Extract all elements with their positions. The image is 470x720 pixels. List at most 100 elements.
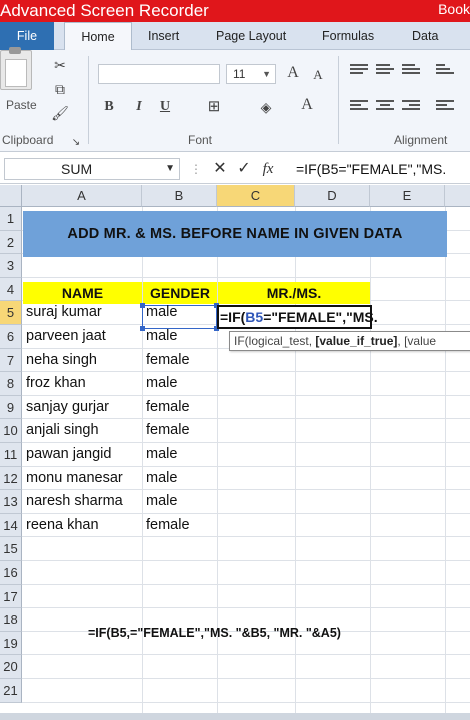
grid-line (22, 560, 470, 561)
row-header[interactable]: 8 (0, 372, 22, 396)
name-cell[interactable]: neha singh (23, 349, 142, 372)
gender-cell[interactable]: female (143, 396, 217, 419)
chevron-down-icon: ▼ (262, 69, 271, 79)
row-header[interactable]: 6 (0, 325, 22, 349)
row-header[interactable]: 16 (0, 561, 22, 585)
fill-color-icon[interactable]: ◈ (256, 98, 276, 116)
name-cell[interactable]: reena khan (23, 514, 142, 537)
orientation-icon[interactable] (436, 64, 454, 78)
gender-cell[interactable]: female (143, 349, 217, 372)
column-header-e[interactable]: E (370, 185, 445, 207)
row-header[interactable]: 10 (0, 419, 22, 443)
formula-input[interactable]: =IF(B5="FEMALE","MS. (296, 158, 446, 180)
name-cell[interactable]: anjali singh (23, 419, 142, 442)
row-header[interactable]: 5 (0, 301, 22, 325)
row-header[interactable]: 20 (0, 655, 22, 679)
name-cell[interactable]: naresh sharma (23, 490, 142, 513)
tab-data[interactable]: Data (412, 22, 438, 50)
font-size-combo[interactable]: 11 ▼ (226, 64, 276, 84)
chevron-down-icon: ▼ (165, 163, 175, 174)
ribbon-home: Paste ✂ ⧉ 🖌 Clipboard ↘ 11 ▼ A A B I U ⊞… (0, 50, 470, 152)
font-name-combo[interactable] (98, 64, 220, 84)
bold-button[interactable]: B (100, 98, 118, 116)
tooltip-function[interactable]: IF(logical_test, (234, 334, 315, 348)
cell-edit-text[interactable]: =IF(B5="FEMALE","MS. (220, 305, 378, 329)
header-cell-title[interactable]: MR./MS. (218, 282, 370, 304)
row-header[interactable]: 11 (0, 443, 22, 467)
dialog-launcher-icon[interactable]: ↘ (70, 134, 82, 152)
gender-cell[interactable]: male (143, 467, 217, 490)
row-header[interactable]: 13 (0, 490, 22, 514)
row-header[interactable]: 2 (0, 230, 22, 255)
edit-text-reference: B5 (245, 309, 264, 325)
italic-button[interactable]: I (130, 98, 148, 116)
name-cell[interactable]: froz khan (23, 372, 142, 395)
row-header[interactable]: 18 (0, 608, 22, 632)
format-painter-icon[interactable]: 🖌 (50, 104, 70, 122)
align-top-icon[interactable] (350, 64, 368, 78)
name-cell[interactable]: parveen jaat (23, 325, 142, 348)
select-all-corner[interactable] (0, 185, 22, 207)
gender-cell[interactable]: male (143, 372, 217, 395)
paste-label[interactable]: Paste (6, 98, 37, 112)
enter-entry-button[interactable]: ✓ (234, 158, 254, 180)
gender-cell[interactable]: female (143, 419, 217, 442)
cut-icon[interactable]: ✂ (50, 56, 70, 74)
column-header-a[interactable]: A (22, 185, 142, 207)
underline-button[interactable]: U (156, 98, 174, 116)
grow-font-icon[interactable]: A (284, 64, 302, 82)
tab-file[interactable]: File (0, 22, 54, 50)
font-color-icon[interactable]: A (298, 96, 316, 114)
name-cell[interactable]: suraj kumar (23, 301, 142, 324)
gender-cell[interactable]: male (143, 443, 217, 466)
row-header[interactable]: 1 (0, 207, 22, 231)
name-cell[interactable]: sanjay gurjar (23, 396, 142, 419)
gender-cell[interactable]: male (143, 490, 217, 513)
insert-function-button[interactable]: fx (258, 158, 278, 180)
row-header[interactable]: 15 (0, 537, 22, 561)
font-group-label: Font (188, 133, 213, 147)
row-header[interactable]: 17 (0, 584, 22, 609)
column-header-f[interactable] (445, 185, 470, 207)
tooltip-current-argument[interactable]: [value_if_true] (315, 334, 397, 348)
grid-line (370, 207, 371, 720)
column-header-c[interactable]: C (217, 185, 295, 207)
align-middle-icon[interactable] (376, 64, 394, 78)
paste-icon[interactable] (0, 50, 32, 90)
function-tooltip: IF(logical_test, [value_if_true], [value (229, 331, 470, 351)
cancel-entry-button[interactable]: ✕ (210, 158, 230, 180)
column-header-b[interactable]: B (142, 185, 217, 207)
row-header[interactable]: 19 (0, 631, 22, 656)
row-header[interactable]: 12 (0, 466, 22, 491)
name-cell[interactable]: pawan jangid (23, 443, 142, 466)
row-header[interactable]: 14 (0, 513, 22, 538)
row-header[interactable]: 4 (0, 277, 22, 302)
row-header[interactable]: 7 (0, 348, 22, 373)
align-center-icon[interactable] (376, 100, 394, 114)
align-left-icon[interactable] (350, 100, 368, 114)
formula-bar: SUM ▼ ⋮ ✕ ✓ fx =IF(B5="FEMALE","MS. (0, 154, 470, 184)
sheet-banner[interactable]: ADD MR. & MS. BEFORE NAME IN GIVEN DATA (23, 211, 447, 257)
align-bottom-icon[interactable] (402, 64, 420, 78)
name-box[interactable]: SUM ▼ (4, 158, 180, 180)
tab-home[interactable]: Home (64, 22, 132, 51)
row-header[interactable]: 3 (0, 254, 22, 278)
row-header[interactable]: 9 (0, 395, 22, 420)
gender-cell[interactable]: female (143, 514, 217, 537)
gender-cell[interactable]: male (143, 325, 217, 348)
shrink-font-icon[interactable]: A (310, 66, 326, 84)
column-header-d[interactable]: D (295, 185, 370, 207)
gender-cell[interactable]: male (143, 301, 217, 324)
tab-insert[interactable]: Insert (148, 22, 179, 50)
tooltip-remaining-arguments[interactable]: , [value (397, 334, 436, 348)
grid-line (22, 678, 470, 679)
wrap-text-icon[interactable] (436, 100, 454, 114)
align-right-icon[interactable] (402, 100, 420, 114)
alignment-group-label: Alignment (394, 133, 448, 147)
row-header[interactable]: 21 (0, 679, 22, 703)
name-cell[interactable]: monu manesar (23, 467, 142, 490)
tab-page-layout[interactable]: Page Layout (216, 22, 286, 50)
borders-icon[interactable]: ⊞ (204, 98, 224, 116)
copy-icon[interactable]: ⧉ (50, 80, 70, 98)
tab-formulas[interactable]: Formulas (322, 22, 374, 50)
